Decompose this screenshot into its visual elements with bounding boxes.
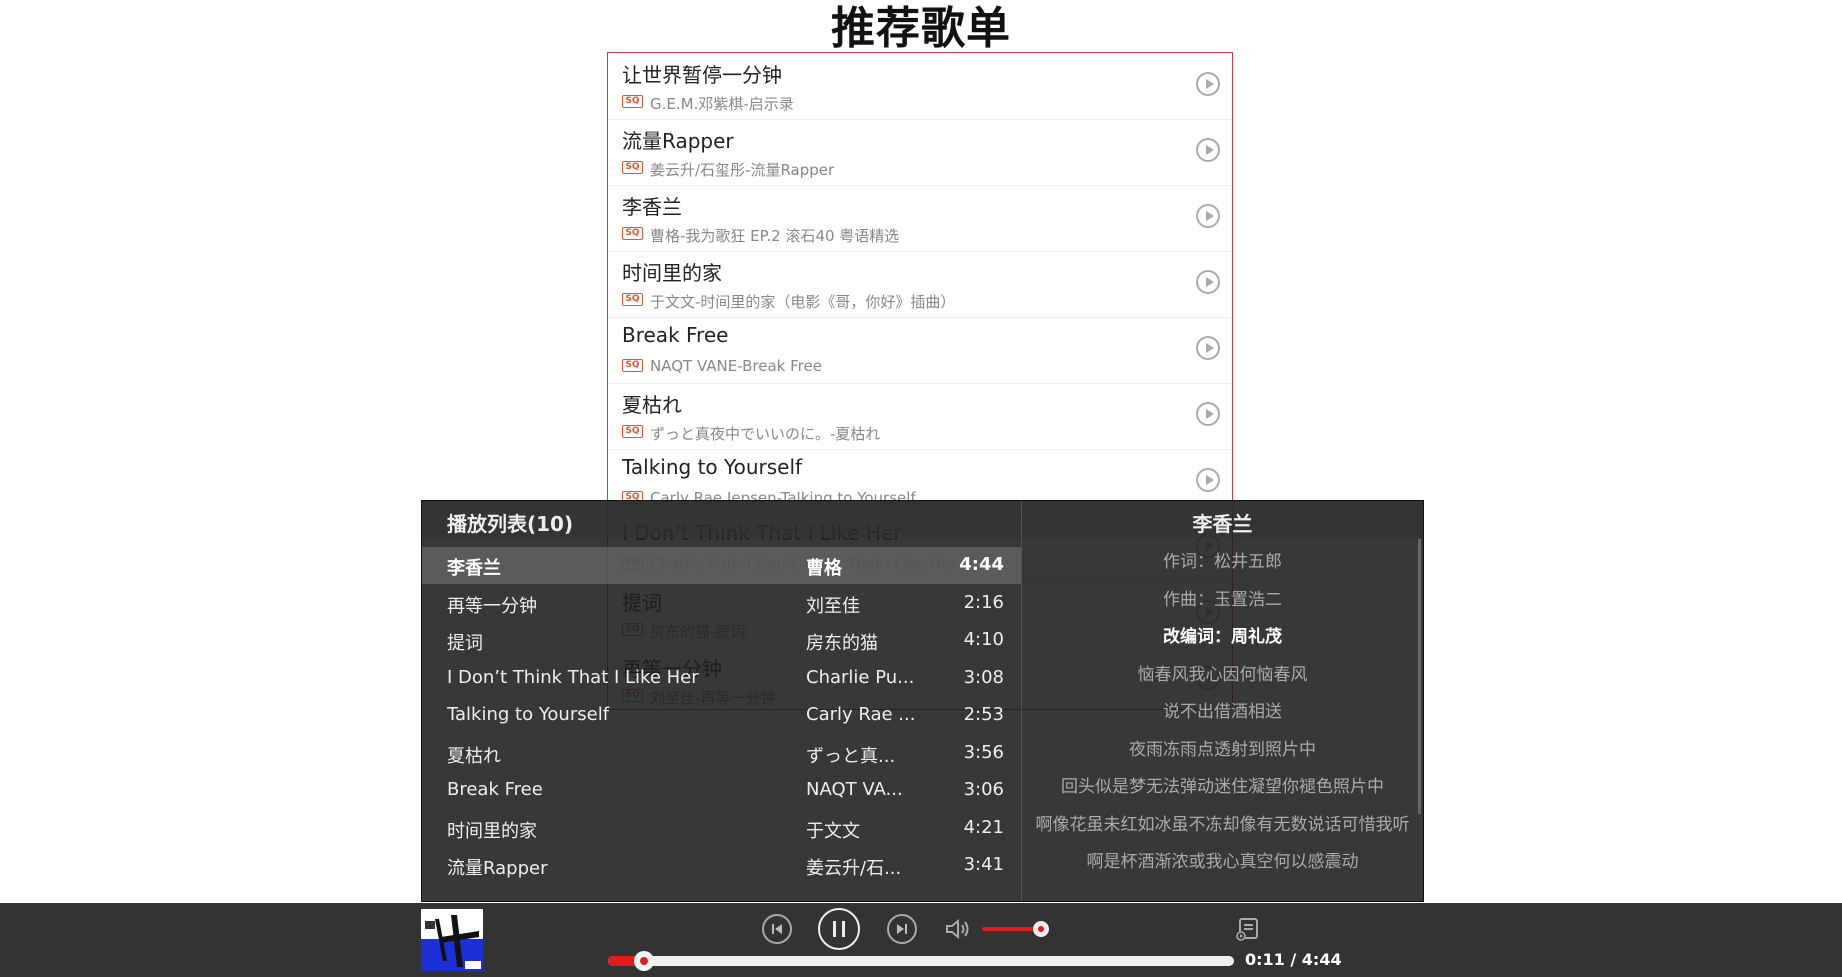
- playlist-row[interactable]: I Don’t Think That I Like Her Charlie Pu.…: [422, 660, 1021, 697]
- progress-track[interactable]: [608, 956, 1234, 966]
- playlist-row[interactable]: 流量Rapper 姜云升/石... 3:41: [422, 847, 1021, 884]
- playlist-song-name: I Don’t Think That I Like Her: [447, 666, 699, 688]
- lyric-line: 作曲：玉置浩二: [1163, 589, 1282, 610]
- song-row[interactable]: 流量Rapper SQ 姜云升/石玺彤-流量Rapper: [608, 119, 1232, 186]
- playlist-row[interactable]: 李香兰 曹格 4:44: [422, 547, 1021, 584]
- sq-quality-badge: SQ: [622, 161, 643, 174]
- playlist-row[interactable]: 提词 房东的猫 4:10: [422, 622, 1021, 659]
- song-artist-album: 于文文-时间里的家（电影《哥，你好》插曲）: [650, 293, 956, 311]
- sq-quality-badge: SQ: [622, 95, 643, 108]
- playlist-song-artist: 房东的猫: [806, 633, 878, 654]
- song-row[interactable]: 时间里的家 SQ 于文文-时间里的家（电影《哥，你好》插曲）: [608, 251, 1232, 318]
- song-row[interactable]: 李香兰 SQ 曹格-我为歌狂 EP.2 滚石40 粤语精选: [608, 185, 1232, 252]
- song-artist-album: NAQT VANE-Break Free: [650, 357, 822, 375]
- lyrics-scrollbar[interactable]: [1418, 539, 1421, 814]
- playlist-song-name: 李香兰: [447, 558, 501, 579]
- playlist-row[interactable]: 再等一分钟 刘至佳 2:16: [422, 585, 1021, 622]
- play-circle-icon[interactable]: [1196, 138, 1220, 162]
- volume-icon[interactable]: [944, 918, 970, 940]
- playlist-song-artist: ずっと真...: [806, 745, 896, 767]
- song-title: Talking to Yourself: [622, 455, 803, 479]
- album-cover[interactable]: [421, 909, 483, 971]
- sq-quality-badge: SQ: [622, 293, 643, 306]
- lyric-line: 作词：松井五郎: [1163, 552, 1282, 572]
- play-circle-icon[interactable]: [1196, 336, 1220, 360]
- playlist-song-artist: Carly Rae ...: [806, 704, 916, 725]
- playlist-song-duration: 3:08: [963, 666, 1004, 688]
- lyric-line: 啊像花虽未红如冰虽不冻却像有无数说话可惜我听: [1035, 814, 1410, 835]
- song-title: Break Free: [622, 323, 729, 347]
- song-artist-album: 曹格-我为歌狂 EP.2 滚石40 粤语精选: [650, 227, 900, 245]
- play-circle-icon[interactable]: [1196, 72, 1220, 96]
- playlist-header: 播放列表(10): [422, 501, 1021, 538]
- lyric-line: 改编词：周礼茂: [1163, 627, 1282, 647]
- playlist-song-duration: 2:53: [963, 704, 1004, 725]
- playlist-song-duration: 4:44: [959, 554, 1004, 575]
- song-title: 李香兰: [622, 195, 682, 219]
- playlist-song-duration: 3:06: [963, 779, 1004, 800]
- next-track-button[interactable]: [887, 914, 917, 944]
- song-artist-album: 姜云升/石玺彤-流量Rapper: [650, 161, 835, 179]
- playlist-row[interactable]: Break Free NAQT VA... 3:06: [422, 772, 1021, 809]
- song-artist-album: ずっと真夜中でいいのに。-夏枯れ: [650, 425, 881, 443]
- playlist-song-name: 时间里的家: [447, 820, 537, 842]
- play-circle-icon[interactable]: [1196, 402, 1220, 426]
- playlist-row[interactable]: 夏枯れ ずっと真... 3:56: [422, 735, 1021, 772]
- song-title: 流量Rapper: [622, 129, 734, 153]
- playlist-song-artist: 刘至佳: [806, 595, 860, 617]
- playlist-icon[interactable]: [1236, 917, 1260, 941]
- playlist-song-artist: 姜云升/石...: [806, 858, 902, 879]
- play-circle-icon[interactable]: [1196, 204, 1220, 228]
- sq-quality-badge: SQ: [622, 359, 643, 372]
- player-bar: 0:11 / 4:44: [0, 903, 1842, 977]
- play-circle-icon[interactable]: [1196, 468, 1220, 492]
- lyric-line: 恼春风我心因何恼春风: [1137, 664, 1308, 685]
- song-title: 夏枯れ: [622, 393, 682, 417]
- playlist-row[interactable]: 时间里的家 于文文 4:21: [422, 810, 1021, 847]
- song-row[interactable]: 夏枯れ SQ ずっと真夜中でいいのに。-夏枯れ: [608, 383, 1232, 450]
- playlist-song-name: 流量Rapper: [447, 858, 548, 879]
- song-title: 让世界暂停一分钟: [622, 63, 782, 87]
- pause-button[interactable]: [818, 908, 860, 950]
- song-title: 时间里的家: [622, 261, 722, 285]
- playlist-song-name: 提词: [447, 633, 483, 654]
- playlist-song-duration: 2:16: [963, 591, 1004, 613]
- playlist-song-name: Break Free: [447, 779, 543, 800]
- sq-quality-badge: SQ: [622, 227, 643, 240]
- page-title: 推荐歌单: [831, 3, 1011, 54]
- song-row[interactable]: Break Free SQ NAQT VANE-Break Free: [608, 317, 1232, 384]
- playlist-song-artist: Charlie Pu...: [806, 666, 915, 688]
- pause-icon: [833, 921, 845, 937]
- playlist-song-artist: 于文文: [806, 820, 860, 842]
- lyrics-song-title: 李香兰: [1192, 512, 1253, 536]
- playlist-title: 播放列表(10): [447, 512, 574, 536]
- skip-next-icon: [897, 924, 907, 934]
- time-display: 0:11 / 4:44: [1245, 950, 1342, 969]
- progress-handle[interactable]: [634, 951, 655, 971]
- playlist-panel: 播放列表(10) 李香兰 曹格 4:44 再等一分钟 刘至佳 2:16 提词 房东的猫 4:10…: [421, 500, 1424, 902]
- song-artist-album: G.E.M.邓紫棋-启示录: [650, 95, 794, 113]
- lyrics-header: 李香兰: [1022, 501, 1423, 538]
- play-circle-icon[interactable]: [1196, 270, 1220, 294]
- playlist-song-duration: 3:41: [963, 854, 1004, 875]
- song-row[interactable]: 让世界暂停一分钟 SQ G.E.M.邓紫棋-启示录: [608, 53, 1232, 120]
- playlist-song-artist: 曹格: [806, 558, 842, 579]
- playlist-song-duration: 4:21: [963, 816, 1004, 838]
- playlist-song-name: 再等一分钟: [447, 595, 537, 617]
- playlist-song-name: 夏枯れ: [447, 745, 501, 767]
- previous-track-button[interactable]: [762, 914, 792, 944]
- playlist-song-duration: 3:56: [963, 741, 1004, 763]
- playlist-song-name: Talking to Yourself: [447, 704, 610, 725]
- lyric-line: 啊是杯酒渐浓或我心真空何以感震动: [1086, 852, 1359, 872]
- lyric-line: 说不出借酒相送: [1163, 702, 1282, 722]
- lyric-line: 夜雨冻雨点透射到照片中: [1129, 739, 1316, 760]
- skip-previous-icon: [772, 924, 782, 934]
- lyric-line: 回头似是梦无法弹动迷住凝望你褪色照片中: [1061, 777, 1384, 797]
- playlist-song-duration: 4:10: [963, 629, 1004, 650]
- sq-quality-badge: SQ: [622, 425, 643, 438]
- volume-slider-handle[interactable]: [1033, 921, 1049, 937]
- playlist-row[interactable]: Talking to Yourself Carly Rae ... 2:53: [422, 697, 1021, 734]
- playlist-song-artist: NAQT VA...: [806, 779, 903, 800]
